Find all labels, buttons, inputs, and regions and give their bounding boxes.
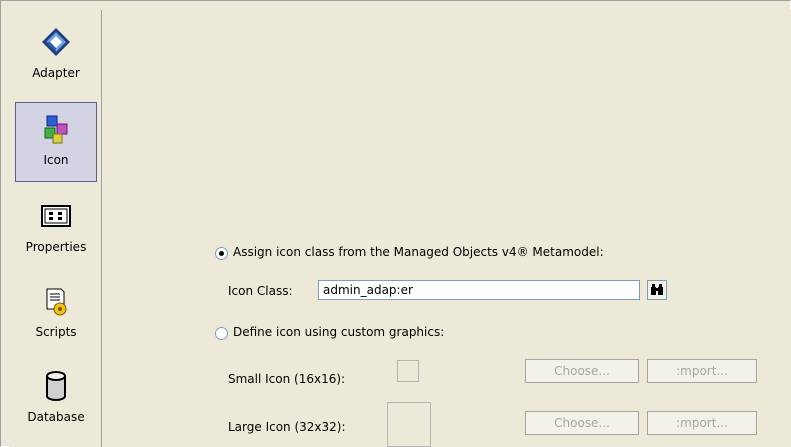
assign-icon-class-radio[interactable]	[215, 247, 228, 260]
small-icon-choose-button[interactable]: Choose...	[525, 359, 639, 383]
nav-item-properties[interactable]: Properties	[15, 190, 97, 270]
icon-class-label: Icon Class:	[228, 284, 293, 298]
nav-item-database-label: Database	[27, 410, 85, 424]
small-icon-label: Small Icon (16x16):	[228, 372, 346, 386]
large-icon-preview	[387, 402, 431, 447]
database-icon	[46, 371, 66, 401]
nav-item-icon[interactable]: Icon	[15, 102, 97, 182]
large-icon-label: Large Icon (32x32):	[228, 420, 346, 434]
nav-item-scripts-label: Scripts	[35, 325, 77, 339]
nav-item-database[interactable]: Database	[15, 360, 97, 440]
nav-item-scripts[interactable]: Scripts	[15, 275, 97, 355]
custom-graphics-radio[interactable]	[215, 327, 228, 340]
binoculars-icon	[651, 284, 663, 295]
large-icon-import-button[interactable]: :mport...	[647, 411, 757, 435]
nav-item-properties-label: Properties	[25, 240, 87, 254]
nav-item-adapter[interactable]: Adapter	[15, 16, 97, 96]
icon-settings-panel: Assign icon class from the Managed Objec…	[102, 10, 791, 447]
small-icon-preview	[397, 360, 419, 382]
adapter-icon	[42, 28, 70, 56]
icon-class-field[interactable]: admin_adap:er	[318, 280, 640, 300]
scripts-icon	[46, 288, 67, 316]
nav-item-adapter-label: Adapter	[32, 66, 80, 80]
find-icon-class-button[interactable]	[647, 280, 667, 300]
assign-icon-class-label: Assign icon class from the Managed Objec…	[233, 245, 604, 259]
small-icon-import-button[interactable]: :mport...	[647, 359, 757, 383]
nav-item-icon-label: Icon	[43, 153, 69, 167]
icon-puzzle-icon	[44, 115, 68, 144]
sidebar-nav: Adapter Icon Properties Scripts Database	[9, 10, 102, 447]
properties-icon	[41, 205, 71, 227]
custom-graphics-label: Define icon using custom graphics:	[233, 325, 445, 339]
large-icon-choose-button[interactable]: Choose...	[525, 411, 639, 435]
